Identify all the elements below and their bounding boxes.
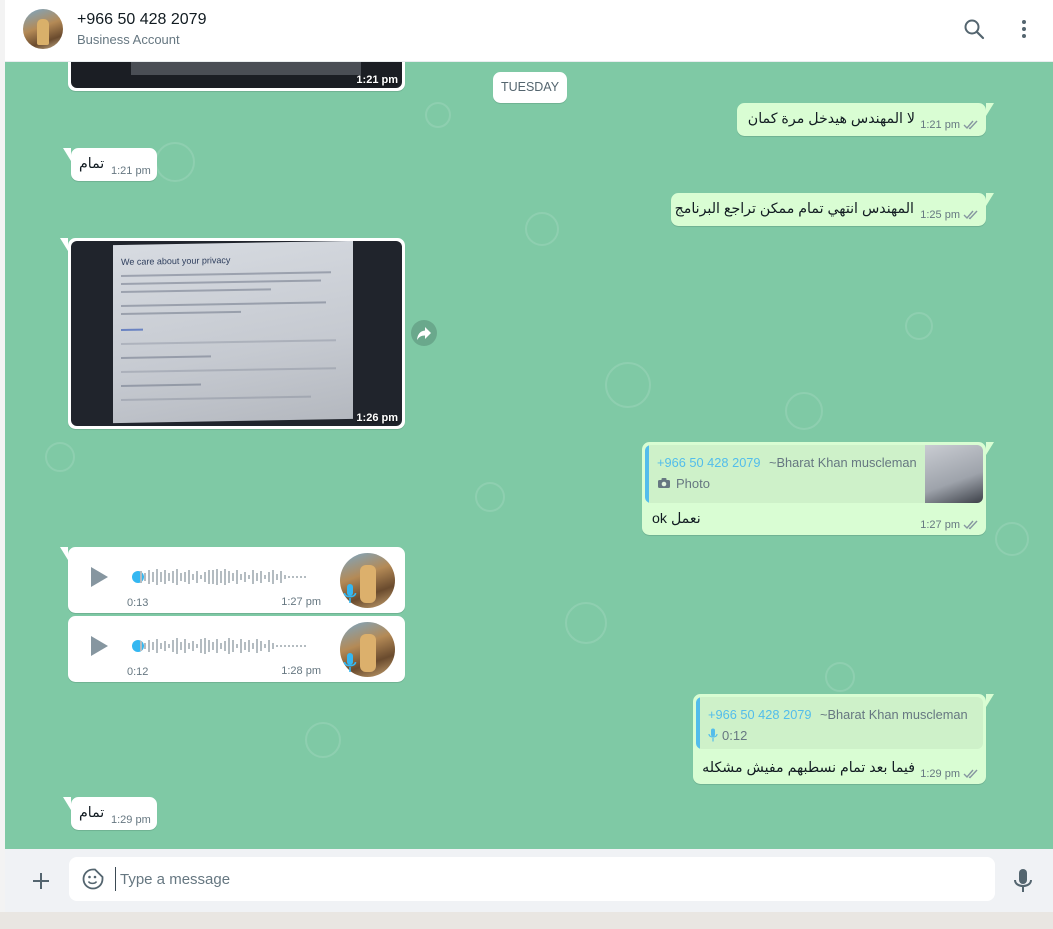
mic-icon <box>343 653 357 672</box>
read-receipt-icon <box>963 210 978 220</box>
voice-waveform[interactable] <box>136 637 312 655</box>
message-text: تمام <box>79 805 105 821</box>
voice-waveform[interactable] <box>136 568 312 586</box>
message-text: ok نعمل <box>652 511 701 527</box>
date-separator: TUESDAY <box>493 72 567 103</box>
image-visible-text: We care about your privacy <box>121 255 231 267</box>
forward-icon[interactable] <box>411 320 437 346</box>
menu-icon[interactable] <box>1012 17 1036 41</box>
voice-message[interactable]: 0:13 1:27 pm <box>60 547 405 613</box>
camera-icon <box>658 478 670 488</box>
image-content: We care about your privacy <box>113 241 353 424</box>
quote-sender-phone: +966 50 428 2079 <box>657 455 761 470</box>
quote-thumbnail <box>925 445 983 503</box>
message-time: 1:21 pm <box>111 165 151 177</box>
message-time: 1:25 pm <box>920 209 960 221</box>
message-text: فيما بعد تمام نسطبهم مفيش مشكله <box>702 760 915 776</box>
outgoing-message[interactable]: المهندس انتهي تمام ممكن تراجع البرنامج 1… <box>671 193 994 226</box>
incoming-message[interactable]: تمام 1:21 pm <box>63 148 157 181</box>
voice-duration: 0:12 <box>127 666 149 678</box>
outgoing-reply-message[interactable]: +966 50 428 2079 ~Bharat Khan muscleman … <box>642 442 994 535</box>
quote-sender-name: ~Bharat Khan muscleman <box>820 707 968 722</box>
mic-icon <box>708 728 718 742</box>
window-bottom-edge <box>0 912 1053 929</box>
message-input-box[interactable] <box>69 857 995 901</box>
message-time: 1:29 pm <box>111 814 151 826</box>
message-time: 1:26 pm <box>356 412 398 424</box>
image-message[interactable]: 1:21 pm <box>68 62 405 91</box>
chat-header[interactable]: +966 50 428 2079 Business Account <box>5 0 1053 62</box>
contact-name[interactable]: +966 50 428 2079 <box>77 11 206 29</box>
contact-avatar[interactable] <box>23 9 63 49</box>
microphone-icon[interactable] <box>1013 868 1033 894</box>
message-text: لا المهندس هيدخل مرة كمان <box>747 111 915 127</box>
quote-body: Photo <box>676 476 710 491</box>
image-message[interactable]: We care about your privacy 1:26 pm <box>60 238 405 429</box>
search-icon[interactable] <box>962 17 986 41</box>
quote-body: 0:12 <box>722 728 748 743</box>
read-receipt-icon <box>963 769 978 779</box>
sticker-icon[interactable] <box>81 867 105 891</box>
voice-message[interactable]: 0:12 1:28 pm <box>68 616 405 682</box>
outgoing-reply-message[interactable]: +966 50 428 2079 ~Bharat Khan muscleman … <box>693 694 994 784</box>
plus-icon[interactable] <box>29 869 53 893</box>
quoted-message[interactable]: +966 50 428 2079 ~Bharat Khan muscleman … <box>645 445 983 503</box>
contact-subtitle: Business Account <box>77 32 180 47</box>
message-input[interactable] <box>115 867 975 891</box>
message-text: المهندس انتهي تمام ممكن تراجع البرنامج <box>674 201 914 217</box>
mic-icon <box>343 584 357 603</box>
message-time: 1:21 pm <box>920 119 960 131</box>
message-time: 1:21 pm <box>356 74 398 86</box>
message-time: 1:28 pm <box>281 665 321 677</box>
play-icon[interactable] <box>89 635 109 657</box>
voice-duration: 0:13 <box>127 597 149 609</box>
read-receipt-icon <box>963 120 978 130</box>
play-icon[interactable] <box>89 566 109 588</box>
incoming-message[interactable]: تمام 1:29 pm <box>63 797 157 830</box>
message-time: 1:29 pm <box>920 768 960 780</box>
read-receipt-icon <box>963 520 978 530</box>
message-text: تمام <box>79 156 105 172</box>
quoted-message[interactable]: +966 50 428 2079 ~Bharat Khan muscleman … <box>696 697 983 749</box>
message-list[interactable]: 1:21 pm TUESDAY لا المهندس هيدخل مرة كما… <box>5 62 1053 849</box>
quote-sender-name: ~Bharat Khan muscleman <box>769 455 917 470</box>
message-time: 1:27 pm <box>920 519 960 531</box>
whatsapp-window: +966 50 428 2079 Business Account 1:21 p… <box>5 0 1053 912</box>
quote-sender-phone: +966 50 428 2079 <box>708 707 812 722</box>
message-time: 1:27 pm <box>281 596 321 608</box>
outgoing-message[interactable]: لا المهندس هيدخل مرة كمان 1:21 pm <box>737 103 994 136</box>
composer <box>5 849 1053 912</box>
